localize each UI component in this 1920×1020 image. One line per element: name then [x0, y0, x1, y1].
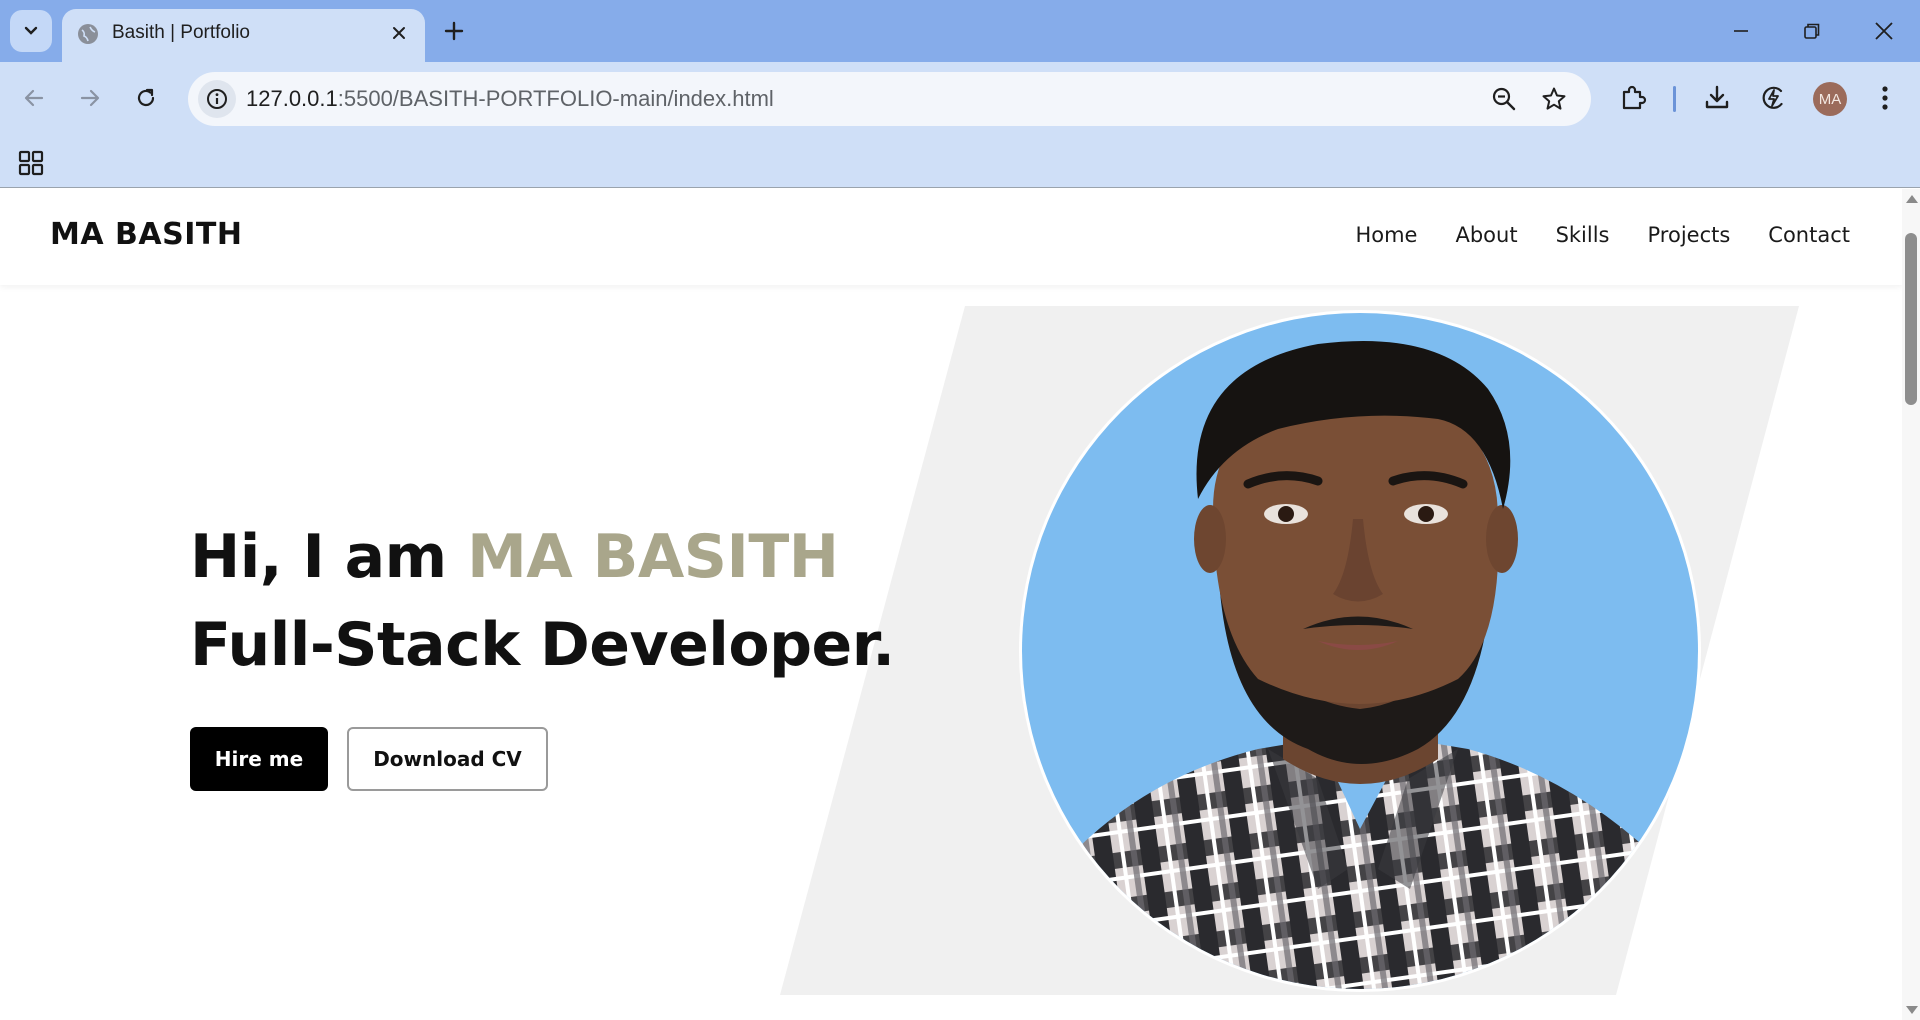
restore-icon [1804, 23, 1820, 39]
downloads-button[interactable] [1695, 76, 1739, 120]
hero-greeting: Hi, I am [190, 522, 468, 592]
hero-greeting-line: Hi, I am MA BASITH [190, 513, 895, 601]
browser-menu-button[interactable] [1863, 76, 1907, 120]
zoom-button[interactable] [1486, 81, 1522, 117]
zoom-out-icon [1492, 87, 1516, 111]
info-icon [207, 89, 227, 109]
window-close-button[interactable] [1861, 8, 1907, 54]
tab-search-button[interactable] [10, 10, 52, 52]
arrow-left-icon [24, 89, 44, 107]
main-nav: Home About Skills Projects Contact [1355, 223, 1850, 247]
minimize-icon [1734, 30, 1748, 32]
restore-button[interactable] [1789, 8, 1835, 54]
reload-icon [137, 88, 155, 107]
scroll-up-arrow-icon[interactable] [1906, 195, 1918, 203]
puzzle-icon [1622, 85, 1647, 110]
download-icon [1705, 85, 1729, 109]
active-tab[interactable]: Basith | Portfolio [62, 9, 425, 62]
toolbar-divider [1673, 86, 1676, 112]
bookmark-star-button[interactable] [1536, 81, 1572, 117]
speed-icon [1762, 86, 1783, 109]
arrow-right-icon [80, 89, 100, 107]
profile-photo [1019, 310, 1701, 992]
profile-avatar[interactable]: MA [1813, 82, 1847, 116]
site-info-button[interactable] [198, 80, 236, 118]
nav-link-skills[interactable]: Skills [1556, 223, 1610, 247]
tab-close-button[interactable] [385, 19, 413, 47]
url-path: :5500/BASITH-PORTFOLIO-main/index.html [337, 86, 774, 111]
hire-me-button[interactable]: Hire me [190, 727, 328, 791]
nav-link-projects[interactable]: Projects [1648, 223, 1731, 247]
apps-button[interactable] [14, 146, 48, 180]
back-button[interactable] [12, 76, 56, 120]
chevron-down-icon [24, 26, 38, 35]
hero-heading: Hi, I am MA BASITH Full-Stack Developer. [190, 513, 895, 689]
globe-icon [78, 24, 98, 44]
scroll-thumb[interactable] [1905, 233, 1917, 405]
plus-icon [444, 21, 464, 41]
site-logo[interactable]: MA BASITH [50, 217, 242, 252]
reload-button[interactable] [124, 76, 168, 120]
performance-button[interactable] [1751, 76, 1795, 120]
page-scrollbar[interactable] [1902, 189, 1920, 1020]
nav-link-contact[interactable]: Contact [1768, 223, 1850, 247]
page-viewport: MA BASITH Home About Skills Projects Con… [0, 189, 1902, 1020]
forward-button[interactable] [68, 76, 112, 120]
star-icon [1542, 87, 1566, 110]
hero-name: MA BASITH [467, 522, 839, 592]
browser-tab-strip: Basith | Portfolio [0, 0, 1920, 62]
minimize-button[interactable] [1718, 8, 1764, 54]
nav-link-about[interactable]: About [1455, 223, 1517, 247]
url-text[interactable]: 127.0.0.1:5500/BASITH-PORTFOLIO-main/ind… [246, 86, 774, 112]
site-header: MA BASITH Home About Skills Projects Con… [0, 189, 1902, 285]
extensions-button[interactable] [1611, 76, 1655, 120]
more-vertical-icon [1882, 86, 1888, 110]
url-host: 127.0.0.1 [246, 86, 338, 111]
download-cv-button[interactable]: Download CV [347, 727, 548, 791]
new-tab-button[interactable] [436, 13, 472, 49]
scroll-down-arrow-icon[interactable] [1906, 1006, 1918, 1014]
hero-role: Full-Stack Developer. [190, 610, 895, 680]
address-bar[interactable]: 127.0.0.1:5500/BASITH-PORTFOLIO-main/ind… [188, 72, 1591, 126]
apps-grid-icon [18, 150, 44, 176]
close-icon [393, 27, 405, 39]
tab-title: Basith | Portfolio [112, 22, 251, 43]
bookmarks-bar [0, 136, 1920, 188]
browser-toolbar: 127.0.0.1:5500/BASITH-PORTFOLIO-main/ind… [0, 62, 1920, 136]
close-icon [1875, 22, 1893, 40]
nav-link-home[interactable]: Home [1355, 223, 1417, 247]
